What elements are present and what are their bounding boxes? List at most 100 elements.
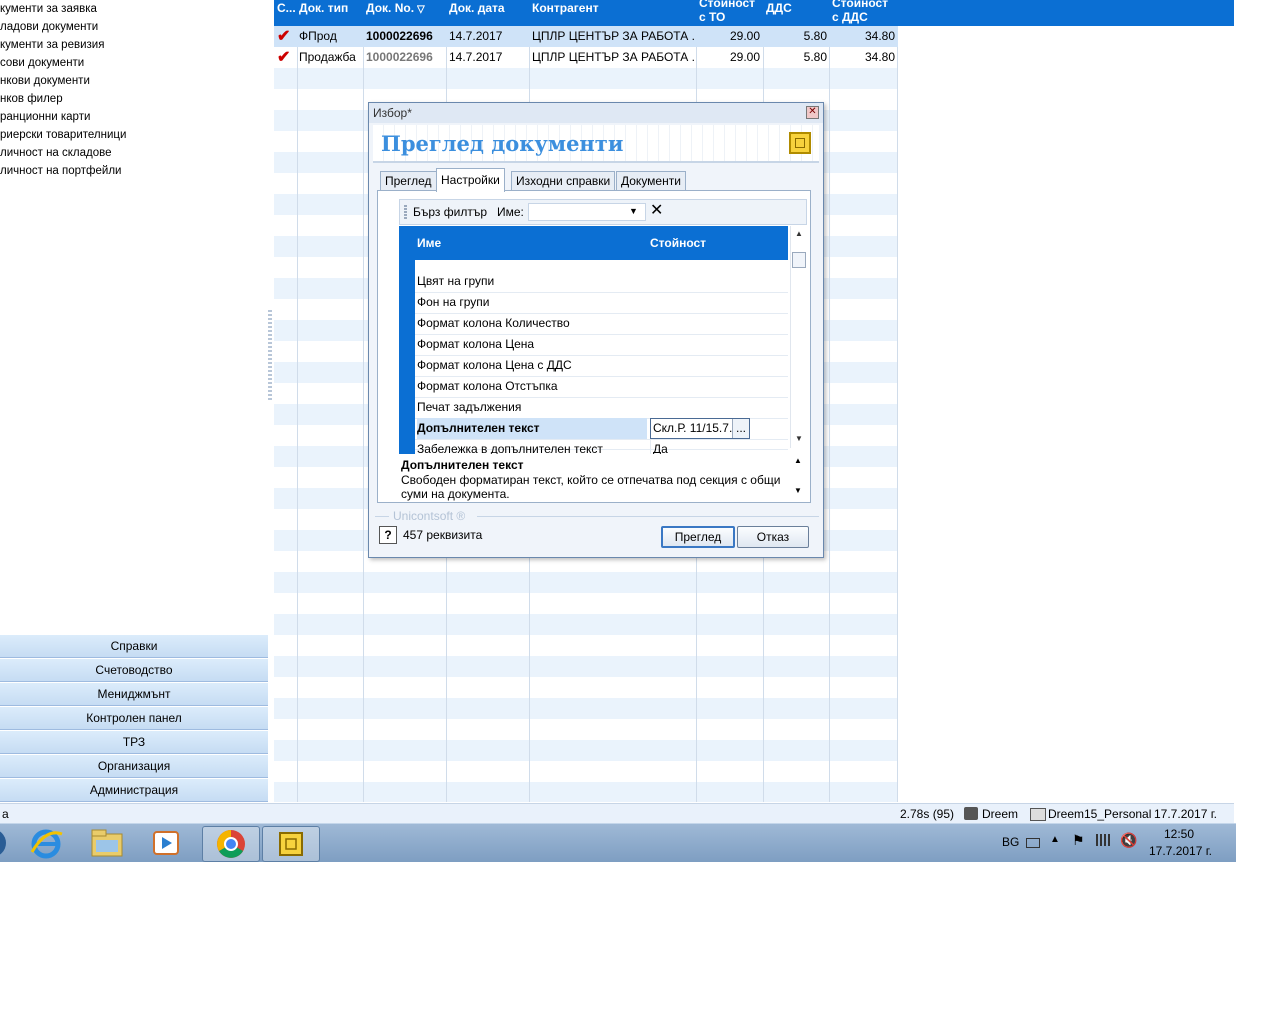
show-hidden-icon[interactable]: ▲: [1050, 834, 1060, 845]
scroll-down-icon[interactable]: ▼: [794, 486, 802, 495]
chrome-icon[interactable]: [202, 826, 260, 862]
col-header-vat[interactable]: ДДС: [766, 1, 820, 27]
nav-organization[interactable]: Организация: [0, 754, 268, 778]
col-header-doc-no[interactable]: Док. No.: [366, 1, 418, 27]
sidebar-item-warehouse-docs[interactable]: ладови документи: [0, 18, 98, 36]
property-row[interactable]: Цвят на групи: [399, 271, 788, 293]
col-header-name[interactable]: Име: [417, 236, 441, 250]
quick-filter-label: Бърз филтър: [413, 205, 487, 219]
sidebar-item-portfolio-stock[interactable]: личност на портфейли: [0, 162, 121, 180]
tab-documents[interactable]: Документи: [616, 171, 686, 191]
cell-vat: 5.80: [803, 50, 827, 64]
scroll-up-icon[interactable]: ▲: [794, 456, 802, 465]
keyboard-icon[interactable]: [1026, 838, 1040, 848]
language-indicator[interactable]: BG: [1002, 835, 1019, 849]
sidebar-item-bank-docs[interactable]: нкови документи: [0, 72, 90, 90]
cell-doc-no: 1000022696: [366, 29, 433, 43]
cell-doc-no: 1000022696: [366, 50, 433, 64]
col-header-doc-type[interactable]: Док. тип: [299, 1, 363, 27]
col-header-doc-date[interactable]: Док. дата: [449, 1, 529, 27]
cell-value-vat: 34.80: [864, 29, 895, 43]
scroll-down-icon[interactable]: ▼: [795, 434, 803, 443]
flag-icon[interactable]: ⚑: [1072, 832, 1085, 849]
property-value-text[interactable]: Скл.Р. 11/15.7.: [653, 421, 732, 435]
sidebar-item-requests[interactable]: кументи за заявка: [0, 0, 97, 18]
col-header-value-vat[interactable]: Стойност с ДДС: [832, 0, 898, 26]
status-timing: 2.78s (95): [900, 807, 955, 821]
sidebar-item-courier-waybills[interactable]: риерски товарителници: [0, 126, 126, 144]
property-value-editor[interactable]: Скл.Р. 11/15.7. ...: [650, 418, 750, 439]
cell-counterparty: ЦПЛР ЦЕНТЪР ЗА РАБОТА ...: [532, 29, 694, 43]
scroll-thumb[interactable]: [792, 252, 806, 268]
tab-preview[interactable]: Преглед: [380, 171, 437, 191]
table-row[interactable]: ✔ Продажба 1000022696 14.7.2017 ЦПЛР ЦЕН…: [274, 47, 898, 68]
table-row[interactable]: ✔ ФПрод 1000022696 14.7.2017 ЦПЛР ЦЕНТЪР…: [274, 26, 898, 47]
nav-administration[interactable]: Администрация: [0, 778, 268, 802]
network-icon[interactable]: [1096, 834, 1110, 846]
property-row[interactable]: Формат колона Цена с ДДС: [399, 355, 788, 377]
property-row-selected[interactable]: Допълнителен текст Скл.Р. 11/15.7. ...: [399, 418, 788, 440]
volume-muted-icon[interactable]: 🔇: [1120, 832, 1137, 849]
col-header-status[interactable]: С...: [277, 1, 299, 27]
tab-output-reports[interactable]: Изходни справки: [511, 171, 616, 191]
system-tray: BG ▲ ⚑ 🔇 12:50 17.7.2017 г.: [996, 824, 1236, 862]
nav-accounting[interactable]: Счетоводство: [0, 658, 268, 682]
selection-dialog: Избор* ✕ Преглед документи Преглед Настр…: [368, 102, 824, 558]
description-text: Свободен форматиран текст, който се отпе…: [401, 473, 781, 501]
database-icon: [1030, 808, 1046, 821]
cell-value-vat: 34.80: [864, 50, 895, 64]
status-bar: а 2.78s (95) Dreem Dreem15_Personal 17.7…: [0, 803, 1234, 824]
grid-header: С... Док. тип Док. No. ▽ Док. дата Контр…: [274, 0, 1234, 26]
tray-time[interactable]: 12:50: [1164, 827, 1194, 841]
close-icon[interactable]: ✕: [806, 106, 819, 119]
sidebar-item-audit-docs[interactable]: кументи за ревизия: [0, 36, 104, 54]
sidebar-item-warehouse-stock[interactable]: личност на складове: [0, 144, 112, 162]
description-scrollbar[interactable]: ▲ ▼: [791, 454, 805, 500]
col-header-value[interactable]: Стойност: [650, 236, 706, 250]
status-user: Dreem: [982, 807, 1019, 821]
properties-scrollbar[interactable]: ▲ ▼: [790, 226, 807, 448]
dialog-heading: Преглед документи: [381, 131, 624, 156]
unicontsoft-icon[interactable]: [262, 826, 320, 862]
help-icon[interactable]: ?: [379, 526, 397, 544]
user-icon: [964, 807, 978, 820]
dialog-titlebar[interactable]: Избор* ✕: [369, 103, 823, 123]
sidebar-item-warranty-cards[interactable]: ранционни карти: [0, 108, 90, 126]
nav-payroll[interactable]: ТРЗ: [0, 730, 268, 754]
property-row[interactable]: Фон на групи: [399, 292, 788, 314]
col-header-value-to[interactable]: Стойност с ТО: [699, 0, 761, 26]
panel-splitter[interactable]: [268, 310, 272, 400]
tray-date[interactable]: 17.7.2017 г.: [1149, 844, 1212, 858]
preview-button[interactable]: Преглед: [661, 526, 735, 548]
quick-filter-bar: Бърз филтър Име: ▼ ✕: [399, 199, 807, 225]
internet-explorer-icon[interactable]: [22, 826, 78, 860]
property-name: Фон на групи: [417, 295, 490, 309]
nav-control-panel[interactable]: Контролен панел: [0, 706, 268, 730]
cancel-button[interactable]: Отказ: [737, 526, 809, 548]
cell-value-to: 29.00: [729, 50, 760, 64]
name-filter-label: Име:: [497, 205, 524, 219]
nav-management[interactable]: Мениджмънт: [0, 682, 268, 706]
media-player-icon[interactable]: [138, 826, 194, 860]
tab-settings[interactable]: Настройки: [436, 168, 505, 192]
col-header-counterparty[interactable]: Контрагент: [532, 1, 692, 27]
scroll-up-icon[interactable]: ▲: [795, 229, 803, 238]
grip-icon[interactable]: [404, 205, 407, 219]
property-row[interactable]: Забележка в допълнителен текст Да: [399, 439, 788, 460]
clear-filter-icon[interactable]: ✕: [650, 202, 663, 220]
property-row[interactable]: Формат колона Цена: [399, 334, 788, 356]
property-row[interactable]: Формат колона Количество: [399, 313, 788, 335]
sidebar-item-bank-filer[interactable]: нков филер: [0, 90, 63, 108]
app-logo-icon: [789, 132, 811, 154]
status-date: 17.7.2017 г.: [1154, 807, 1217, 821]
nav-reports[interactable]: Справки: [0, 634, 268, 658]
property-row[interactable]: Формат колона Отстъпка: [399, 376, 788, 398]
sidebar-item-cash-docs[interactable]: сови документи: [0, 54, 84, 72]
navigation-sidebar: кументи за заявка ладови документи кумен…: [0, 0, 271, 802]
property-name: Цвят на групи: [417, 274, 495, 288]
file-explorer-icon[interactable]: [80, 826, 136, 860]
brand-label: Unicontsoft ®: [393, 509, 466, 523]
ellipsis-button[interactable]: ...: [732, 419, 749, 438]
chevron-down-icon[interactable]: ▼: [629, 206, 638, 216]
property-row[interactable]: Печат задължения: [399, 397, 788, 419]
